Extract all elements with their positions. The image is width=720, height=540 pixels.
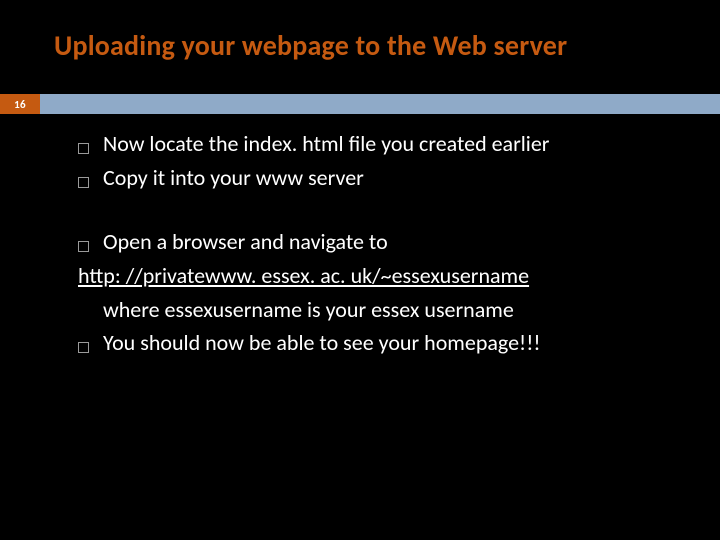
list-item: Now locate the index. html file you crea… bbox=[78, 128, 672, 160]
square-bullet-icon bbox=[78, 342, 89, 353]
url-link[interactable]: http: //privatewww. essex. ac. uk/~essex… bbox=[78, 262, 529, 289]
slide: Uploading your webpage to the Web server… bbox=[0, 0, 720, 540]
page-number-badge: 16 bbox=[0, 94, 40, 114]
bullet-text: Copy it into your www server bbox=[103, 162, 672, 194]
square-bullet-icon bbox=[78, 241, 89, 252]
slide-content: Now locate the index. html file you crea… bbox=[78, 128, 672, 361]
sub-line: where essexusername is your essex userna… bbox=[103, 294, 672, 326]
list-item: Open a browser and navigate to bbox=[78, 226, 672, 258]
accent-bar-fill bbox=[40, 94, 720, 114]
accent-bar: 16 bbox=[0, 94, 720, 114]
list-item: You should now be able to see your homep… bbox=[78, 327, 672, 359]
list-item: Copy it into your www server bbox=[78, 162, 672, 194]
bullet-text: Open a browser and navigate to bbox=[103, 226, 672, 258]
link-line: http: //privatewww. essex. ac. uk/~essex… bbox=[78, 260, 672, 292]
spacer bbox=[78, 196, 672, 226]
square-bullet-icon bbox=[78, 177, 89, 188]
square-bullet-icon bbox=[78, 143, 89, 154]
slide-title: Uploading your webpage to the Web server bbox=[54, 28, 680, 63]
bullet-text: Now locate the index. html file you crea… bbox=[103, 128, 672, 160]
bullet-text: You should now be able to see your homep… bbox=[103, 327, 672, 359]
